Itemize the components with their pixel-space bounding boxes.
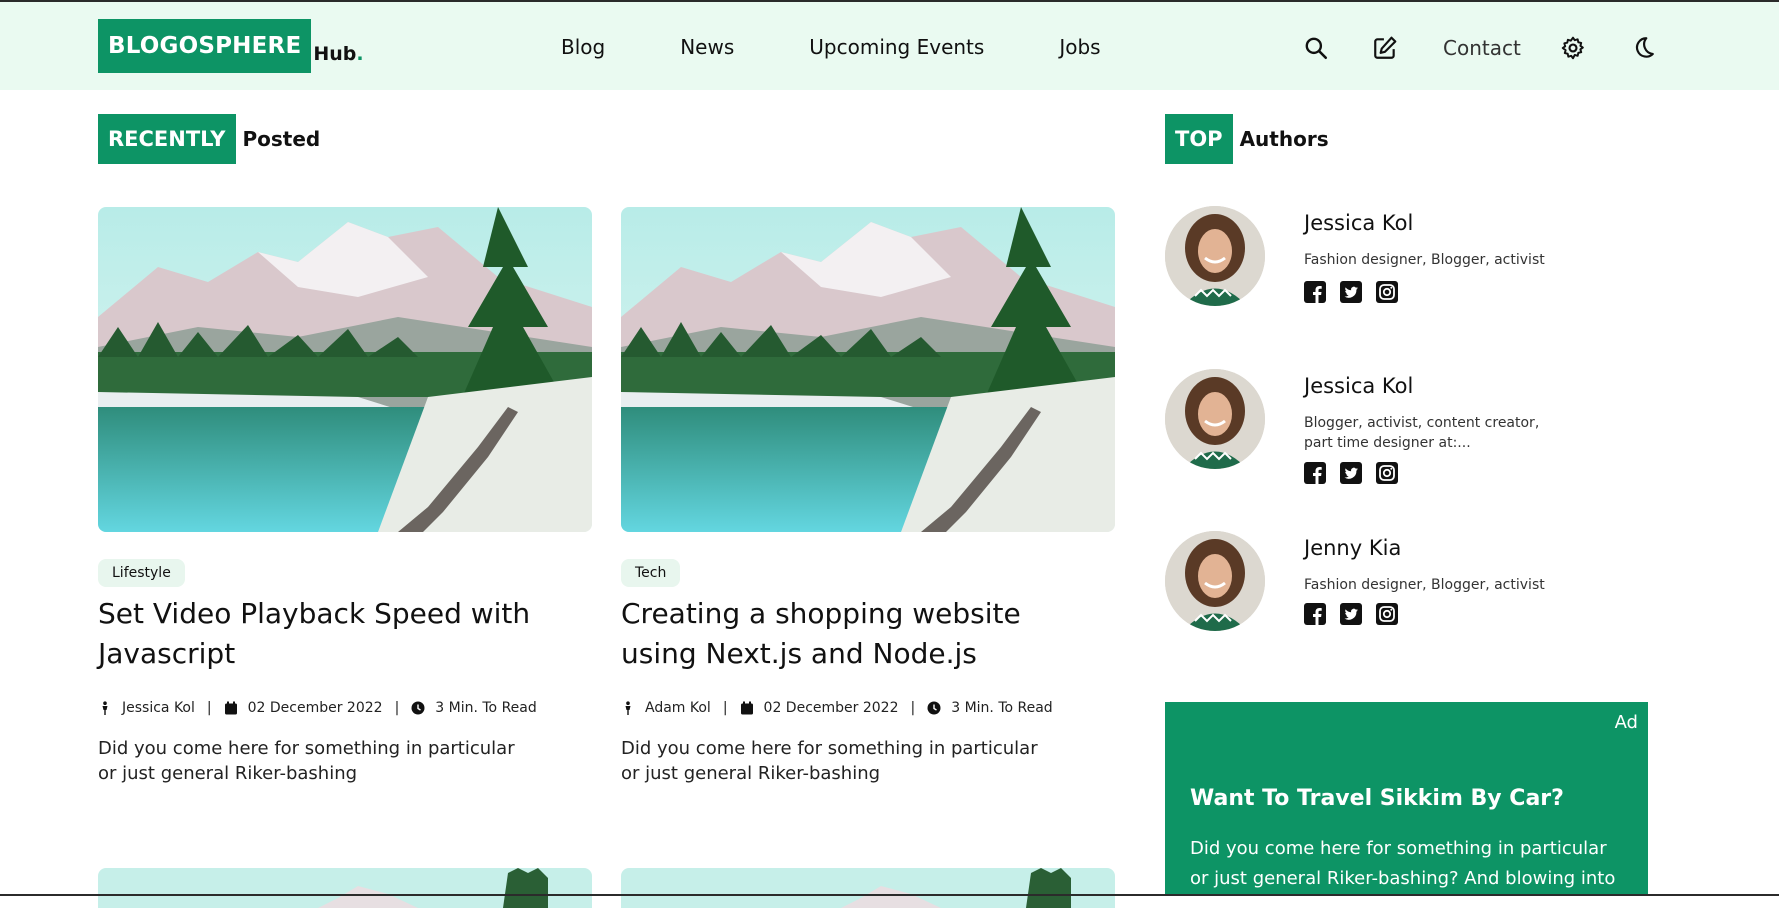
logo-suffix: Hub. xyxy=(313,43,363,65)
settings-icon[interactable] xyxy=(1560,35,1586,61)
nav-upcoming-events[interactable]: Upcoming Events xyxy=(809,35,984,59)
post-title[interactable]: Set Video Playback Speed with Javascript xyxy=(98,594,568,674)
post-thumbnail[interactable] xyxy=(621,207,1115,532)
logo-suffix-text: Hub xyxy=(313,43,357,65)
instagram-icon[interactable] xyxy=(1376,462,1398,484)
author-socials xyxy=(1304,603,1412,625)
meta-separator: | xyxy=(910,700,916,716)
ad-text: Did you come here for something in parti… xyxy=(1190,838,1616,889)
post-card[interactable]: Tech Creating a shopping website using N… xyxy=(621,207,1115,786)
nav-jobs[interactable]: Jobs xyxy=(1059,35,1100,59)
post-thumbnail-next[interactable] xyxy=(98,868,592,908)
site-header: BLOGOSPHERE Hub. Blog News Upcoming Even… xyxy=(0,2,1779,90)
person-icon xyxy=(625,701,631,715)
author-socials xyxy=(1304,281,1412,303)
twitter-icon[interactable] xyxy=(1340,462,1362,484)
avatar[interactable] xyxy=(1165,531,1265,631)
author-name[interactable]: Jenny Kia xyxy=(1304,536,1401,560)
logo-main: BLOGOSPHERE xyxy=(98,19,312,73)
heading-box: TOP xyxy=(1165,114,1233,164)
twitter-icon[interactable] xyxy=(1340,603,1362,625)
top-authors-heading: TOP Authors xyxy=(1165,114,1329,164)
author-item[interactable]: Jessica Kol Blogger, activist, content c… xyxy=(1165,369,1585,484)
author-item[interactable]: Jessica Kol Fashion designer, Blogger, a… xyxy=(1165,206,1585,316)
heading-rest: Authors xyxy=(1239,127,1329,151)
ad-label: Ad xyxy=(1614,712,1638,733)
author-description: Fashion designer, Blogger, activist xyxy=(1304,252,1545,268)
post-card[interactable]: Lifestyle Set Video Playback Speed with … xyxy=(98,207,592,786)
author-name[interactable]: Jessica Kol xyxy=(1304,374,1413,398)
calendar-icon xyxy=(740,701,753,715)
nav-blog[interactable]: Blog xyxy=(561,35,605,59)
facebook-icon[interactable] xyxy=(1304,462,1326,484)
post-thumbnail[interactable] xyxy=(98,207,592,532)
site-logo[interactable]: BLOGOSPHERE Hub. xyxy=(98,19,364,73)
read-time: 3 Min. To Read xyxy=(435,700,537,716)
category-tag[interactable]: Lifestyle xyxy=(98,559,185,587)
calendar-icon xyxy=(224,701,237,715)
author-item[interactable]: Jenny Kia Fashion designer, Blogger, act… xyxy=(1165,531,1585,641)
post-author[interactable]: Adam Kol xyxy=(645,700,711,716)
facebook-icon[interactable] xyxy=(1304,281,1326,303)
edit-icon[interactable] xyxy=(1372,35,1398,61)
person-icon xyxy=(102,701,108,715)
post-date: 02 December 2022 xyxy=(763,700,899,716)
main-nav: Blog News Upcoming Events Jobs xyxy=(561,35,1176,59)
avatar[interactable] xyxy=(1165,206,1265,306)
contact-link[interactable]: Contact xyxy=(1443,36,1521,60)
post-thumbnail-next[interactable] xyxy=(621,868,1115,908)
post-excerpt: Did you come here for something in parti… xyxy=(621,738,1038,784)
meta-separator: | xyxy=(206,700,212,716)
heading-box: RECENTLY xyxy=(98,114,236,164)
post-author[interactable]: Jessica Kol xyxy=(122,700,195,716)
post-date: 02 December 2022 xyxy=(247,700,383,716)
twitter-icon[interactable] xyxy=(1340,281,1362,303)
author-socials xyxy=(1304,462,1412,484)
facebook-icon[interactable] xyxy=(1304,603,1326,625)
logo-dot: . xyxy=(356,43,364,65)
search-icon[interactable] xyxy=(1303,35,1329,61)
category-tag[interactable]: Tech xyxy=(621,559,681,587)
instagram-icon[interactable] xyxy=(1376,281,1398,303)
post-title[interactable]: Creating a shopping website using Next.j… xyxy=(621,594,1091,674)
moon-icon[interactable] xyxy=(1630,35,1656,61)
instagram-icon[interactable] xyxy=(1376,603,1398,625)
avatar[interactable] xyxy=(1165,369,1265,469)
author-description: Blogger, activist, content creator, part… xyxy=(1304,415,1540,451)
clock-icon xyxy=(411,701,425,715)
meta-separator: | xyxy=(394,700,400,716)
author-description: Fashion designer, Blogger, activist xyxy=(1304,577,1545,593)
recently-posted-heading: RECENTLY Posted xyxy=(98,114,320,164)
ad-banner[interactable]: Ad Want To Travel Sikkim By Car? Did you… xyxy=(1165,702,1648,896)
heading-rest: Posted xyxy=(242,127,321,151)
clock-icon xyxy=(927,701,941,715)
nav-news[interactable]: News xyxy=(680,35,734,59)
meta-separator: | xyxy=(722,700,728,716)
post-meta: Adam Kol | 02 December 2022 | 3 Min. To … xyxy=(621,700,1115,716)
read-time: 3 Min. To Read xyxy=(951,700,1053,716)
ad-title[interactable]: Want To Travel Sikkim By Car? xyxy=(1190,786,1564,811)
author-name[interactable]: Jessica Kol xyxy=(1304,211,1413,235)
post-excerpt: Did you come here for something in parti… xyxy=(98,738,515,784)
post-meta: Jessica Kol | 02 December 2022 | 3 Min. … xyxy=(98,700,592,716)
